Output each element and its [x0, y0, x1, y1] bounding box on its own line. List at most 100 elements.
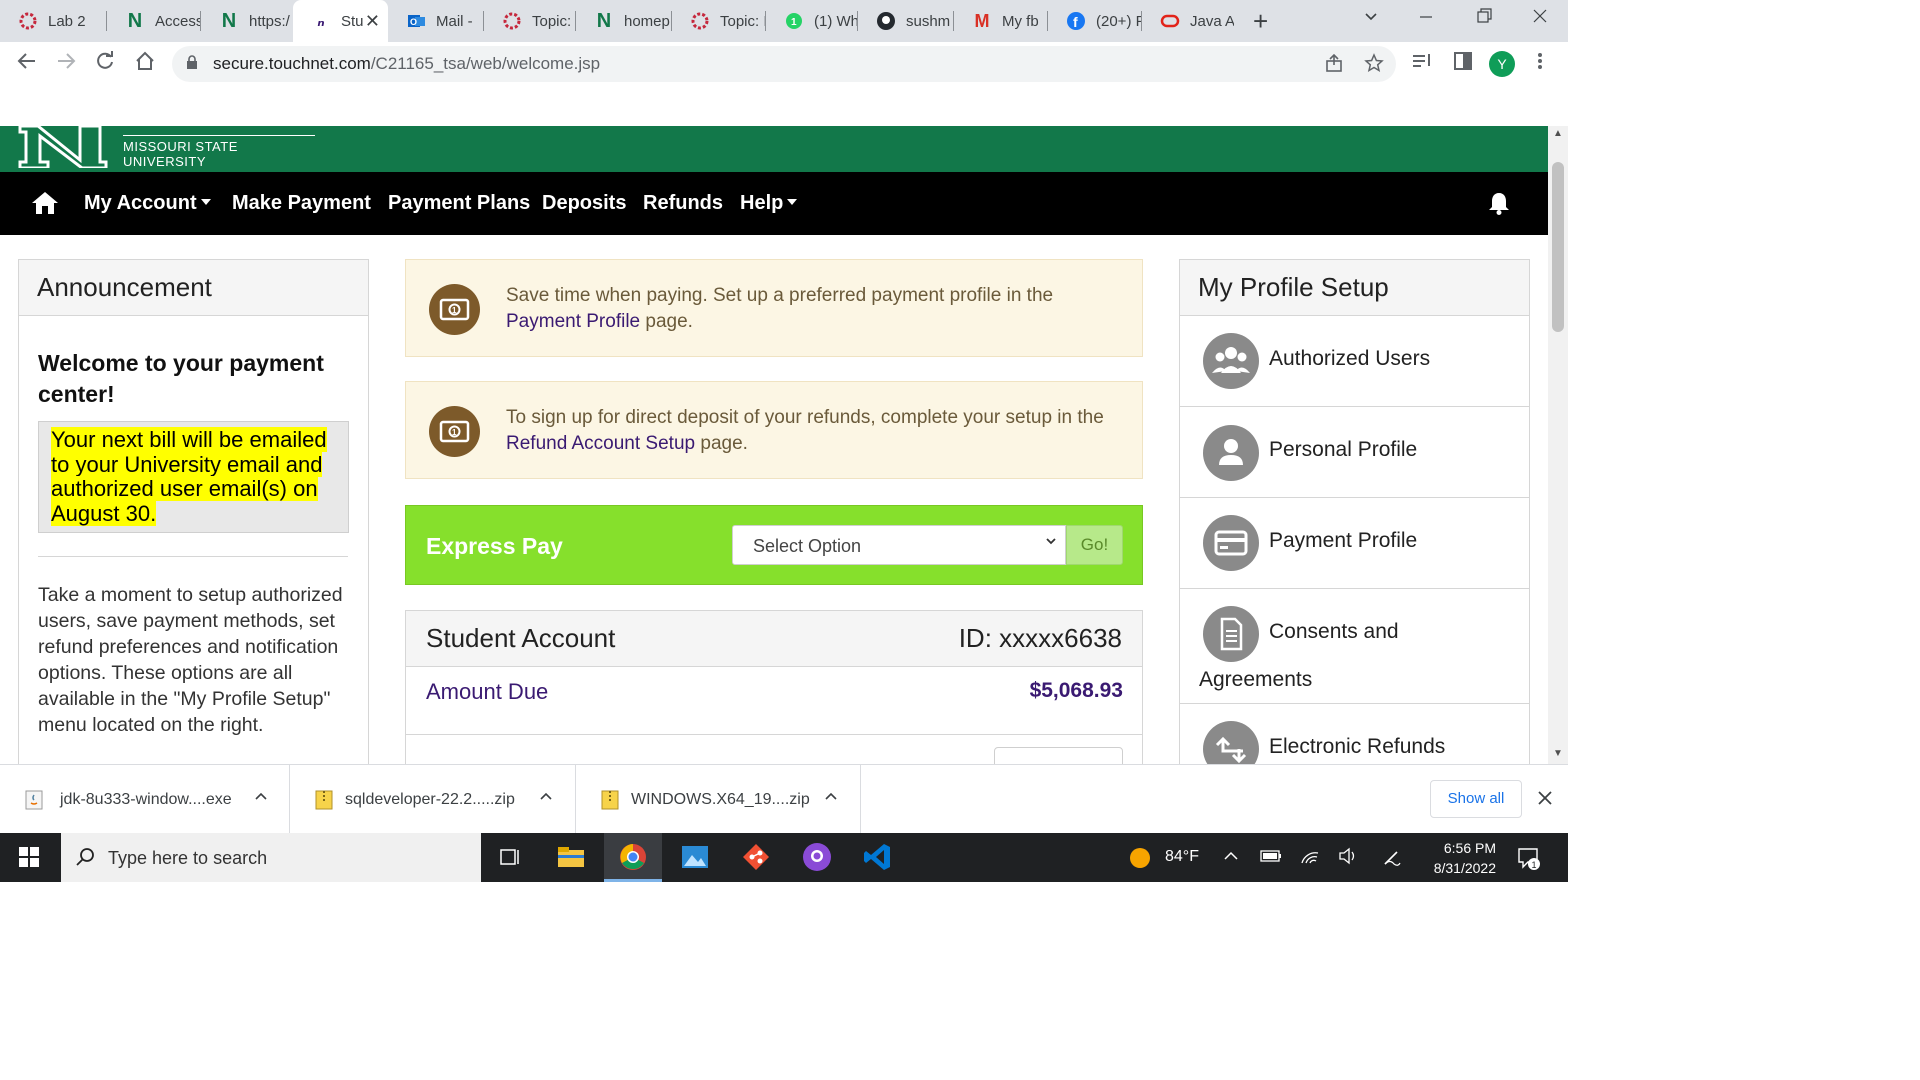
- menu-kebab-icon[interactable]: [1535, 50, 1545, 78]
- chevron-up-icon[interactable]: [825, 792, 837, 800]
- address-bar[interactable]: secure.touchnet.com/C21165_tsa/web/welco…: [172, 46, 1396, 82]
- weather-temp[interactable]: 84°F: [1165, 848, 1199, 866]
- search-icon: [76, 848, 94, 866]
- clock-time: 6:56 PM: [1443, 840, 1496, 856]
- express-pay-select[interactable]: Select Option: [732, 525, 1066, 565]
- payment-profile-notice: 1 Save time when paying. Set up a prefer…: [405, 259, 1143, 357]
- browser-tab[interactable]: M My fb: [954, 0, 1048, 42]
- browser-tab-active[interactable]: ₙ Stu ✕: [293, 0, 388, 42]
- download-item[interactable]: WINDOWS.X64_19....zip: [576, 765, 861, 834]
- minimize-icon[interactable]: [1418, 6, 1434, 32]
- browser-tab[interactable]: O Mail -: [388, 0, 484, 42]
- home-icon[interactable]: [32, 191, 58, 215]
- close-shelf-icon[interactable]: [1538, 785, 1552, 811]
- browser-tab[interactable]: Topic: I: [484, 0, 576, 42]
- weather-icon[interactable]: [1128, 846, 1152, 875]
- show-all-button[interactable]: Show all: [1430, 780, 1522, 818]
- task-view-icon[interactable]: [494, 841, 526, 873]
- go-button[interactable]: Go!: [1066, 525, 1123, 565]
- new-tab-button[interactable]: +: [1253, 6, 1268, 37]
- express-pay-bar: Express Pay Select Option Go!: [405, 505, 1143, 585]
- wifi-icon[interactable]: [1300, 847, 1320, 870]
- university-name: MISSOURI STATE UNIVERSITY: [123, 135, 315, 169]
- forward-icon[interactable]: [55, 50, 77, 78]
- browser-tab-strip: Lab 2 N Access N https:/ ₙ Stu ✕ O Mail …: [0, 0, 1568, 42]
- refund-account-setup-link[interactable]: Refund Account Setup: [506, 433, 695, 454]
- oracle-icon: [1160, 11, 1180, 31]
- nav-payment-plans[interactable]: Payment Plans: [388, 192, 530, 215]
- announcement-body: Take a moment to setup authorized users,…: [38, 584, 343, 736]
- pen-icon[interactable]: [1382, 847, 1402, 872]
- chevron-down-icon: [787, 199, 798, 205]
- browser-tab[interactable]: Topic: I: [672, 0, 766, 42]
- student-id: ID: xxxxx6638: [958, 623, 1122, 653]
- nav-refunds[interactable]: Refunds: [643, 192, 723, 215]
- svg-text:f: f: [1073, 14, 1078, 30]
- home-icon[interactable]: [134, 50, 156, 78]
- browser-tab[interactable]: N homep: [576, 0, 672, 42]
- profile-item-personal-profile[interactable]: Personal Profile: [1180, 408, 1529, 498]
- windows-start-icon[interactable]: [19, 847, 39, 867]
- back-icon[interactable]: [16, 50, 38, 78]
- scroll-up-icon[interactable]: ▲: [1553, 128, 1563, 139]
- file-explorer-icon[interactable]: [555, 841, 587, 873]
- nav-help[interactable]: Help: [740, 192, 798, 215]
- profile-item-payment-profile[interactable]: Payment Profile: [1180, 499, 1529, 589]
- tab-search-icon[interactable]: [1363, 8, 1379, 31]
- chevron-up-icon[interactable]: [255, 792, 267, 800]
- download-item[interactable]: sqldeveloper-22.2.....zip: [290, 765, 576, 834]
- profile-item-electronic-refunds[interactable]: Electronic Refunds: [1180, 705, 1529, 764]
- share-icon[interactable]: [1324, 53, 1344, 79]
- profile-item-consents-agreements[interactable]: Consents and Agreements: [1180, 590, 1529, 704]
- profile-setup-panel: My Profile Setup Authorized Users Person…: [1179, 259, 1530, 764]
- nav-deposits[interactable]: Deposits: [542, 192, 626, 215]
- scroll-thumb[interactable]: [1552, 162, 1564, 332]
- vscode-icon[interactable]: [862, 841, 894, 873]
- svg-text:O: O: [410, 17, 417, 27]
- chevron-down-icon: [1046, 538, 1056, 545]
- payment-profile-link[interactable]: Payment Profile: [506, 311, 640, 332]
- amount-due-link[interactable]: Amount Due: [426, 679, 548, 705]
- nav-make-payment[interactable]: Make Payment: [232, 192, 371, 215]
- github-desktop-icon[interactable]: [801, 841, 833, 873]
- chevron-up-icon[interactable]: [540, 792, 552, 800]
- bookmark-star-icon[interactable]: [1364, 53, 1384, 79]
- page-viewport: MISSOURI STATE UNIVERSITY My Account Mak…: [0, 126, 1548, 764]
- scroll-down-icon[interactable]: ▼: [1553, 748, 1563, 759]
- photos-icon[interactable]: [679, 841, 711, 873]
- battery-icon[interactable]: [1260, 849, 1282, 868]
- side-panel-icon[interactable]: [1452, 50, 1474, 78]
- window-close-icon[interactable]: [1532, 6, 1548, 32]
- volume-icon[interactable]: [1338, 847, 1358, 870]
- download-item[interactable]: jdk-8u333-window....exe: [0, 765, 290, 834]
- taskbar-search[interactable]: Type here to search: [61, 833, 481, 882]
- browser-tab[interactable]: Java A: [1142, 0, 1234, 42]
- profile-avatar[interactable]: Y: [1489, 51, 1515, 77]
- chevron-up-icon[interactable]: [1224, 849, 1238, 868]
- close-tab-icon[interactable]: ✕: [365, 11, 380, 32]
- bell-icon[interactable]: [1488, 191, 1510, 215]
- chrome-icon[interactable]: [617, 841, 649, 873]
- account-action-button[interactable]: [994, 747, 1123, 764]
- browser-tab[interactable]: 1 (1) Wh: [766, 0, 858, 42]
- notice-text: To sign up for direct deposit of your re…: [506, 407, 1104, 454]
- zip-file-icon: [601, 790, 619, 810]
- page-scrollbar[interactable]: ▲ ▼: [1548, 126, 1568, 764]
- system-clock[interactable]: 6:56 PM 8/31/2022: [1420, 838, 1496, 878]
- browser-tab[interactable]: f (20+) F: [1048, 0, 1142, 42]
- browser-tab[interactable]: N https:/: [201, 0, 293, 42]
- git-icon[interactable]: [740, 841, 772, 873]
- media-control-icon[interactable]: [1411, 50, 1433, 78]
- download-shelf: jdk-8u333-window....exe sqldeveloper-22.…: [0, 764, 1568, 834]
- browser-tab[interactable]: N Access: [107, 0, 201, 42]
- reload-icon[interactable]: [94, 50, 116, 78]
- notification-icon[interactable]: 1: [1516, 846, 1540, 875]
- n-logo-icon: N: [127, 9, 143, 32]
- profile-setup-title: My Profile Setup: [1180, 260, 1529, 316]
- profile-item-authorized-users[interactable]: Authorized Users: [1180, 317, 1529, 407]
- amount-due-value: $5,068.93: [1029, 679, 1123, 702]
- browser-tab[interactable]: sushm: [858, 0, 954, 42]
- nav-my-account[interactable]: My Account: [84, 192, 211, 215]
- browser-tab[interactable]: Lab 2: [0, 0, 107, 42]
- restore-icon[interactable]: [1476, 6, 1492, 32]
